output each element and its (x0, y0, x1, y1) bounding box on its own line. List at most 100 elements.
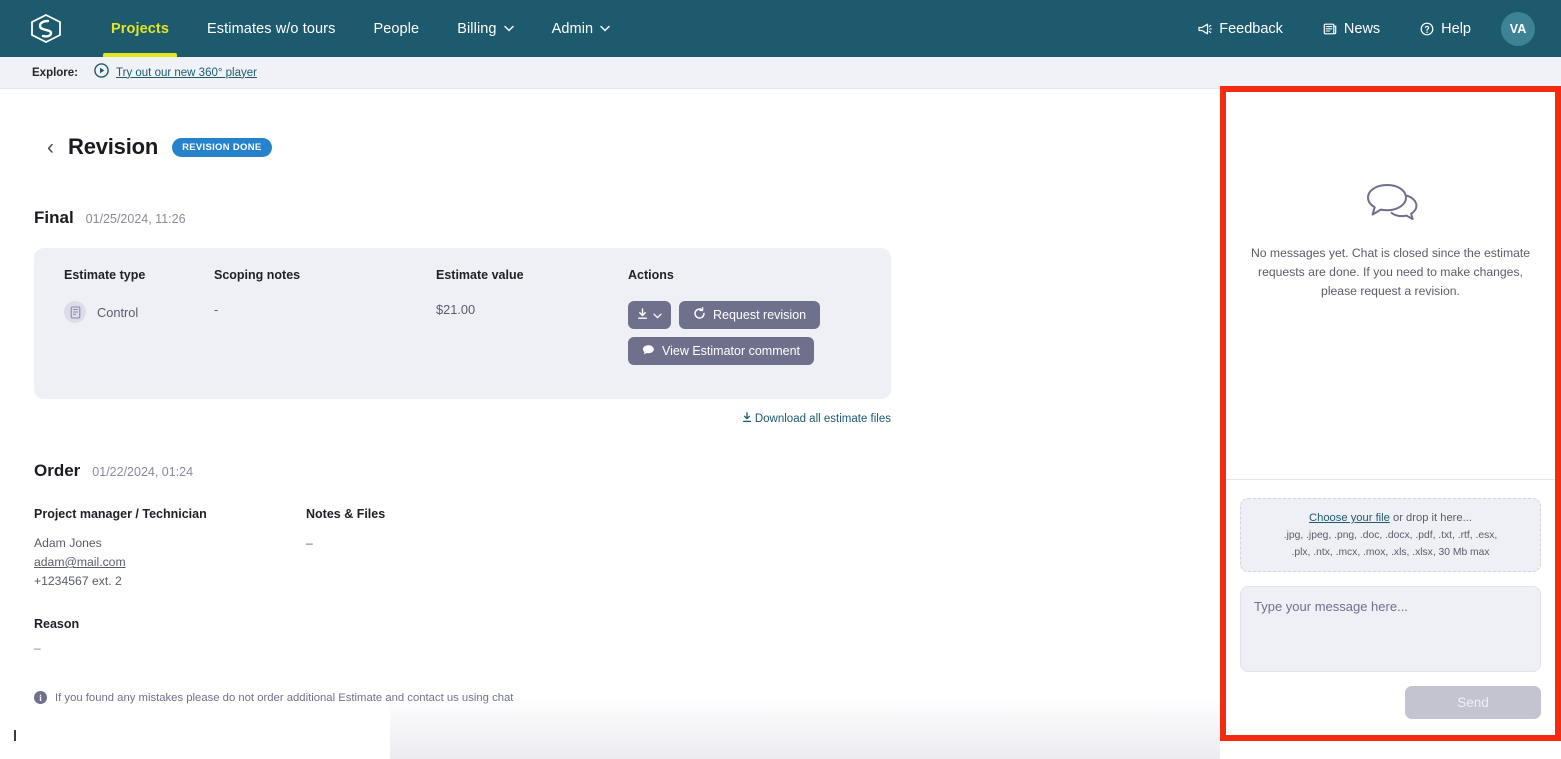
reason-block: Reason – (0, 617, 1220, 655)
help-label: Help (1441, 20, 1471, 37)
message-input[interactable] (1240, 586, 1541, 672)
chat-panel-highlight: No messages yet. Chat is closed since th… (1220, 86, 1561, 741)
nav-item-label: Admin (551, 20, 594, 37)
nav-item-label: Projects (111, 20, 170, 37)
send-button[interactable]: Send (1405, 686, 1541, 719)
notes-files-value: – (306, 536, 313, 550)
cell-estimate-type: Control (34, 301, 214, 323)
cell-estimate-value: $21.00 (436, 301, 628, 319)
play-circle-icon (94, 62, 109, 83)
explore-link-group[interactable]: Try out our new 360° player (94, 62, 257, 83)
view-estimator-comment-label: View Estimator comment (662, 344, 801, 358)
info-icon: i (34, 691, 47, 704)
nav-item-label: Estimates w/o tours (207, 20, 336, 37)
text-cursor (14, 730, 16, 741)
explore-360-player-link[interactable]: Try out our new 360° player (116, 67, 257, 79)
nav-item-billing[interactable]: Billing (438, 0, 532, 57)
reason-value: – (34, 641, 41, 655)
nav-menu: Projects Estimates w/o tours People Bill… (92, 0, 629, 57)
avatar-initials: VA (1509, 21, 1527, 36)
megaphone-icon (1197, 22, 1213, 36)
status-badge: REVISION DONE (172, 137, 272, 157)
app-root: Projects Estimates w/o tours People Bill… (0, 0, 1561, 759)
cell-scoping-notes: - (214, 301, 436, 319)
reason-header: Reason (34, 617, 80, 631)
refresh-icon (693, 307, 706, 323)
nav-item-estimates-wo-tours[interactable]: Estimates w/o tours (188, 0, 354, 57)
page-title: Revision (68, 134, 159, 159)
news-label: News (1343, 20, 1381, 37)
estimate-value: $21.00 (436, 302, 476, 317)
comment-icon (642, 344, 655, 359)
download-icon (637, 307, 648, 323)
project-manager-name: Adam Jones (34, 536, 102, 550)
final-date: 01/25/2024, 11:26 (85, 212, 186, 226)
notes-files-header: Notes & Files (306, 507, 386, 521)
top-navigation-bar: Projects Estimates w/o tours People Bill… (0, 0, 1561, 57)
choose-file-link[interactable]: Choose your file (1309, 512, 1390, 524)
scoping-notes-value: - (214, 302, 219, 317)
project-manager-header: Project manager / Technician (34, 507, 207, 521)
view-estimator-comment-button[interactable]: View Estimator comment (628, 337, 815, 365)
news-button[interactable]: News (1303, 21, 1400, 37)
order-title: Order (34, 461, 81, 480)
column-header-actions: Actions (628, 268, 674, 282)
order-section-header: Order 01/22/2024, 01:24 (0, 461, 1220, 481)
nav-item-people[interactable]: People (354, 0, 438, 57)
cube-logo-icon (31, 13, 61, 43)
nav-right-group: Feedback News Help VA (1177, 11, 1561, 46)
explore-bar: Explore: Try out our new 360° player (0, 57, 1561, 89)
project-manager-column: Project manager / Technician Adam Jones … (34, 507, 306, 591)
chat-bubbles-icon (1363, 181, 1419, 228)
notes-files-column: Notes & Files – (306, 507, 586, 591)
bottom-fade (390, 697, 1220, 759)
upload-filetypes-line-2: .plx, .ntx, .mcx, .mox, .xls, .xlsx, 30 … (1291, 547, 1490, 558)
page-header: ‹ Revision REVISION DONE (0, 89, 1220, 160)
nav-item-projects[interactable]: Projects (92, 0, 188, 57)
chevron-down-icon (653, 308, 662, 322)
column-header-scoping-notes: Scoping notes (214, 268, 301, 282)
download-icon (742, 412, 755, 425)
chat-empty-state: No messages yet. Chat is closed since th… (1226, 92, 1555, 479)
chat-panel: No messages yet. Chat is closed since th… (1226, 92, 1555, 735)
final-title: Final (34, 208, 74, 227)
file-upload-dropzone[interactable]: Choose your file or drop it here... .jpg… (1240, 498, 1541, 572)
user-avatar[interactable]: VA (1501, 11, 1535, 46)
upload-drop-text: or drop it here... (1389, 512, 1472, 524)
document-icon (64, 301, 86, 323)
mistakes-note: i If you found any mistakes please do no… (0, 691, 1220, 704)
nav-item-label: People (373, 20, 420, 37)
table-row: Control - $21.00 Request revision View E… (34, 301, 891, 373)
mistakes-note-text: If you found any mistakes please do not … (55, 691, 514, 704)
upload-prompt: Choose your file or drop it here... (1251, 510, 1530, 526)
order-date: 01/22/2024, 01:24 (92, 465, 194, 479)
main-content: ‹ Revision REVISION DONE Final 01/25/202… (0, 89, 1220, 759)
estimate-type-value: Control (97, 304, 139, 320)
column-header-estimate-type: Estimate type (64, 268, 146, 282)
feedback-button[interactable]: Feedback (1177, 21, 1303, 37)
question-circle-icon (1420, 22, 1434, 36)
nav-item-admin[interactable]: Admin (533, 0, 630, 57)
help-button[interactable]: Help (1400, 21, 1491, 37)
project-manager-email-link[interactable]: adam@mail.com (34, 553, 306, 572)
download-all-estimate-files-link[interactable]: Download all estimate files (34, 399, 891, 425)
chevron-down-icon (600, 23, 610, 35)
back-button[interactable]: ‹ (47, 137, 54, 158)
project-manager-phone: +1234567 ext. 2 (34, 574, 122, 588)
download-all-label: Download all estimate files (754, 413, 891, 425)
feedback-label: Feedback (1219, 20, 1283, 37)
order-info-grid: Project manager / Technician Adam Jones … (0, 507, 1220, 591)
final-section-header: Final 01/25/2024, 11:26 (0, 208, 1220, 228)
chat-divider (1226, 479, 1555, 480)
chat-empty-message: No messages yet. Chat is closed since th… (1250, 245, 1531, 298)
explore-label: Explore: (32, 66, 79, 79)
newspaper-icon (1323, 22, 1337, 36)
request-revision-label: Request revision (713, 308, 807, 322)
upload-filetypes-line-1: .jpg, .jpeg, .png, .doc, .docx, .pdf, .t… (1283, 530, 1498, 541)
chevron-down-icon (503, 23, 514, 35)
request-revision-button[interactable]: Request revision (679, 301, 821, 329)
app-logo[interactable] (0, 12, 92, 46)
column-header-estimate-value: Estimate value (436, 268, 524, 282)
download-dropdown-button[interactable] (628, 301, 671, 329)
send-row: Send (1226, 672, 1555, 735)
